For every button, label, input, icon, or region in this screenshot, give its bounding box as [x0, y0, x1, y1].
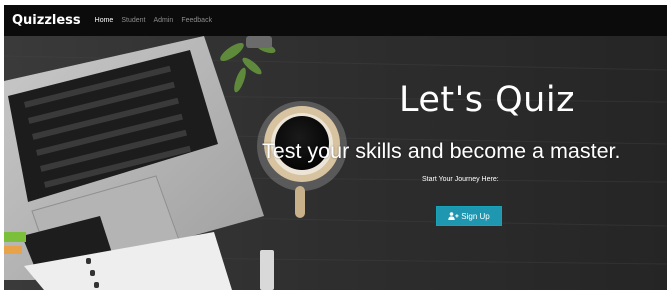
nav-link-student[interactable]: Student: [121, 17, 145, 24]
user-plus-icon: [448, 212, 459, 220]
nav-link-admin[interactable]: Admin: [153, 17, 173, 24]
nav-link-feedback[interactable]: Feedback: [181, 17, 212, 24]
nav-link-home[interactable]: Home: [95, 17, 114, 24]
hero-subtitle: Test your skills and become a master.: [262, 139, 621, 163]
sign-up-button[interactable]: Sign Up: [436, 206, 502, 226]
hero-section: Let's Quiz Test your skills and become a…: [4, 36, 667, 290]
brand-logo[interactable]: Quizzless: [12, 13, 81, 28]
hero-lead-text: Start Your Journey Here:: [422, 176, 499, 183]
navbar: Quizzless Home Student Admin Feedback: [4, 5, 667, 36]
hero-title: Let's Quiz: [399, 80, 575, 120]
browser-viewport: Quizzless Home Student Admin Feedback Le…: [4, 5, 667, 290]
sign-up-label: Sign Up: [461, 211, 490, 221]
